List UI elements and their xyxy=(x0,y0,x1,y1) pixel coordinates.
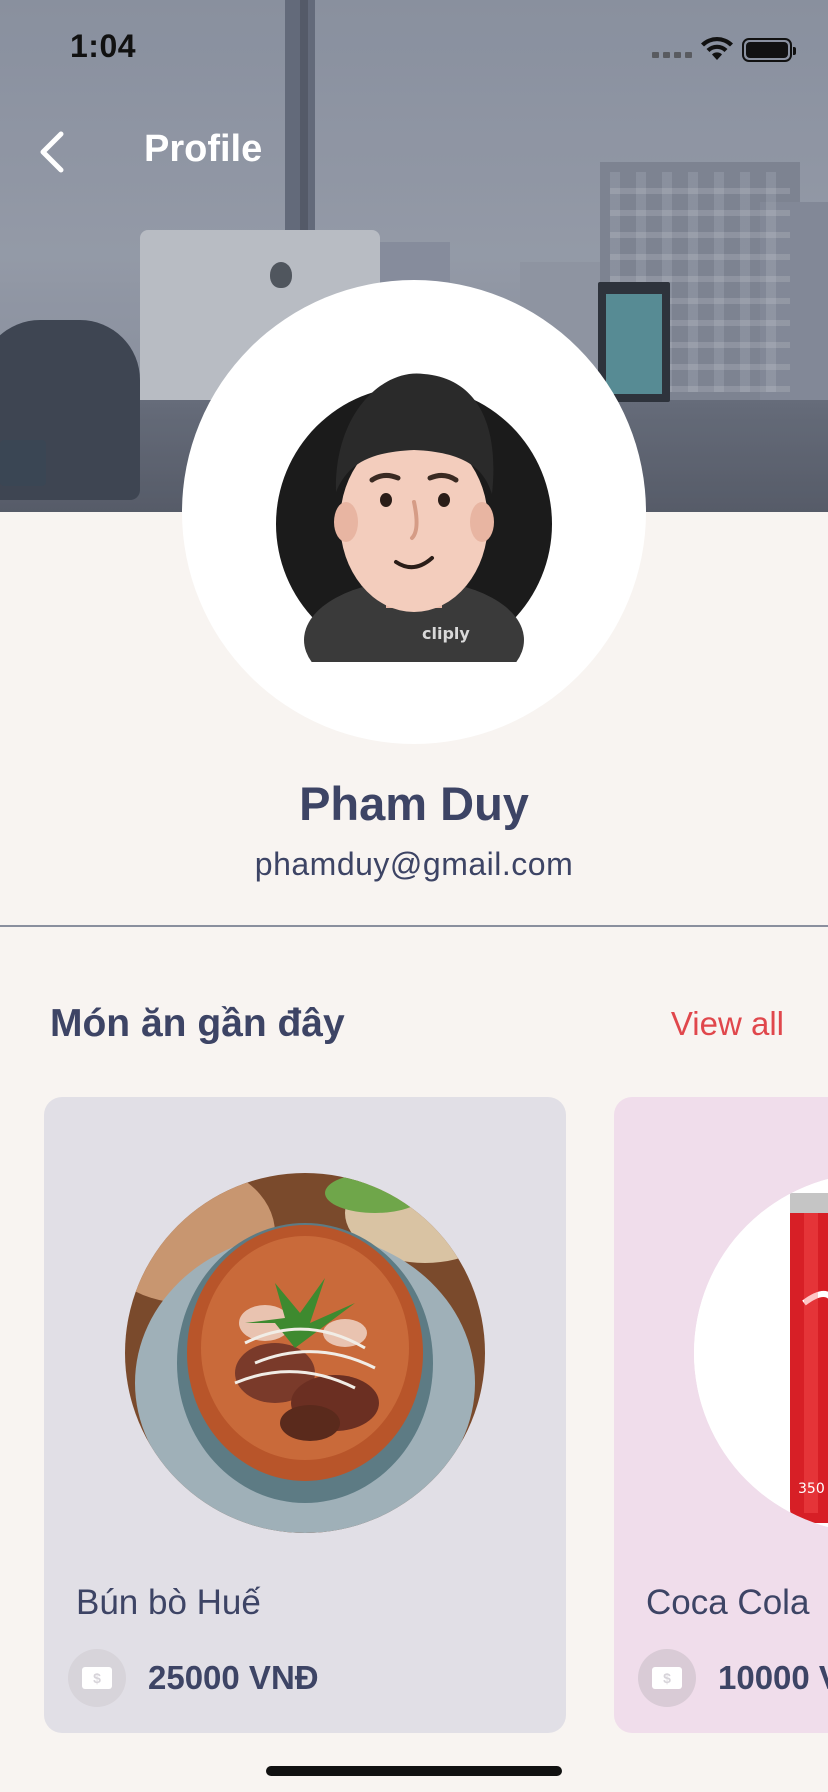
price-row: $ 25000 VNĐ xyxy=(68,1649,319,1707)
food-image-bun-bo-hue xyxy=(125,1173,485,1533)
food-price: 25000 VNĐ xyxy=(148,1659,319,1696)
money-icon: $ xyxy=(68,1649,126,1707)
food-card[interactable]: 350 Coca Cola $ 10000 VNĐ xyxy=(614,1097,828,1733)
battery-icon xyxy=(742,38,796,62)
divider xyxy=(0,925,828,927)
page-title: Profile xyxy=(144,128,263,170)
chevron-left-icon xyxy=(40,131,64,173)
food-name: Bún bò Huế xyxy=(76,1583,261,1622)
status-bar: 1:04 xyxy=(0,0,828,100)
food-name: Coca Cola xyxy=(646,1583,810,1622)
status-time: 1:04 xyxy=(70,28,137,64)
avatar-caption: cliply xyxy=(422,624,470,643)
section-title-recent-food: Món ăn gần đây xyxy=(50,1002,345,1045)
back-button[interactable] xyxy=(24,124,80,180)
money-icon: $ xyxy=(638,1649,696,1707)
cellular-signal-icon xyxy=(652,52,692,58)
recent-food-carousel[interactable]: Bún bò Huế $ 25000 VNĐ 350 Coca Cola $ 1… xyxy=(0,1097,828,1733)
food-price: 10000 VNĐ xyxy=(718,1659,828,1696)
food-image-coca-cola: 350 xyxy=(694,1173,828,1533)
view-all-link[interactable]: View all xyxy=(671,1005,784,1043)
profile-email: phamduy@gmail.com xyxy=(254,846,574,882)
food-card[interactable]: Bún bò Huế $ 25000 VNĐ xyxy=(44,1097,566,1733)
home-indicator[interactable] xyxy=(266,1766,562,1776)
avatar[interactable]: cliply xyxy=(274,372,554,700)
price-row: $ 10000 VNĐ xyxy=(638,1649,828,1707)
profile-name: Pham Duy xyxy=(299,777,529,830)
svg-text:350: 350 xyxy=(798,1481,825,1497)
wifi-icon xyxy=(700,36,734,67)
